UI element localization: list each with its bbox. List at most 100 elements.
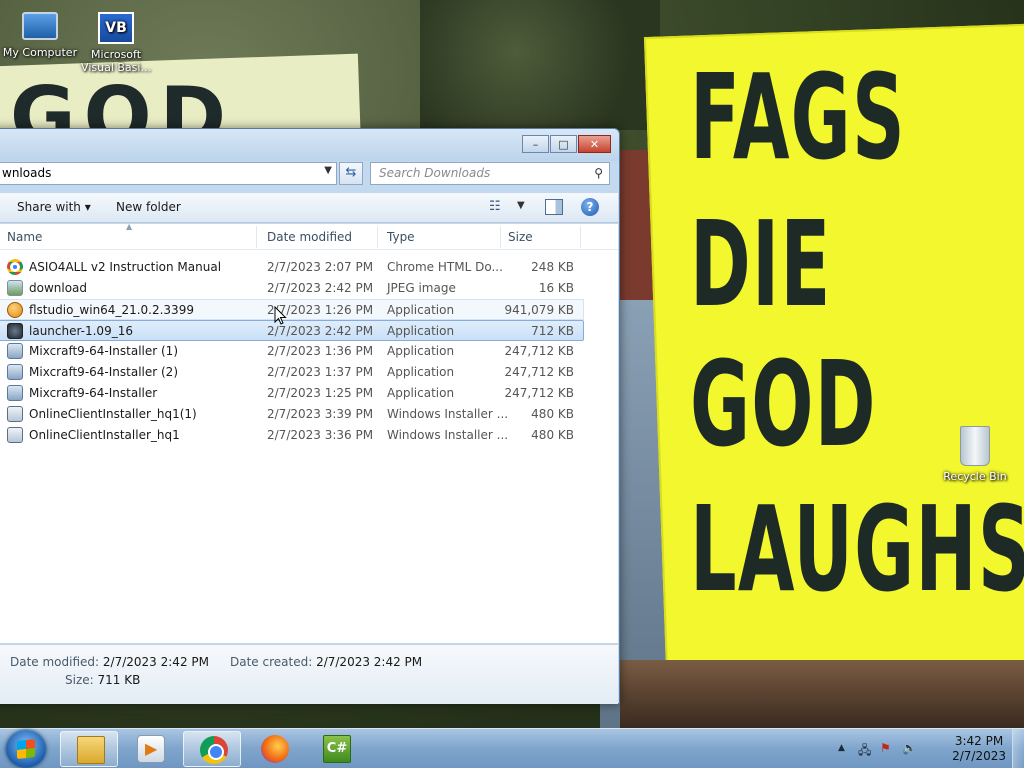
detail-label: Date modified: <box>10 655 100 669</box>
file-rows: ASIO4ALL v2 Instruction Manual 2/7/2023 … <box>0 257 618 446</box>
desktop-icon-my-computer[interactable]: My Computer <box>0 10 80 59</box>
column-divider[interactable] <box>256 226 257 248</box>
chevron-down-icon[interactable]: ▼ <box>324 165 332 176</box>
action-center-flag-icon[interactable]: ⚑ <box>880 741 891 755</box>
wallpaper-sign-line: FAGS <box>690 48 906 186</box>
table-row[interactable]: OnlineClientInstaller_hq1(1) 2/7/2023 3:… <box>0 404 618 425</box>
window-titlebar[interactable]: – □ ✕ <box>0 129 619 161</box>
wallpaper-sign-line: GOD <box>690 335 877 473</box>
desktop-icon-visual-basic[interactable]: VB Microsoft Visual Basi... <box>76 10 156 74</box>
show-hidden-icons-icon[interactable]: ▲ <box>838 743 845 753</box>
jpeg-icon <box>7 280 23 296</box>
firefox-icon <box>261 735 289 763</box>
file-name: Mixcraft9-64-Installer <box>29 386 158 400</box>
table-row[interactable]: OnlineClientInstaller_hq1 2/7/2023 3:36 … <box>0 425 618 446</box>
file-type: Application <box>387 303 455 317</box>
change-view-icon[interactable]: ☷ <box>489 199 501 214</box>
launcher-icon <box>7 323 23 339</box>
close-button[interactable]: ✕ <box>578 135 611 153</box>
file-type: Application <box>387 324 455 338</box>
clock-time: 3:42 PM <box>954 734 1004 748</box>
system-clock[interactable]: 3:42 PM 2/7/2023 <box>952 734 1006 764</box>
maximize-button[interactable]: □ <box>550 135 577 153</box>
taskbar-app-firefox[interactable] <box>245 731 303 767</box>
column-header-date-modified[interactable]: Date modified <box>267 230 352 244</box>
command-bar: Share with ▾ New folder ☷ ▼ ? <box>0 193 618 223</box>
chevron-down-icon[interactable]: ▼ <box>517 200 525 211</box>
minimize-button[interactable]: – <box>522 135 549 153</box>
sort-ascending-icon: ▲ <box>126 222 133 231</box>
file-name: flstudio_win64_21.0.2.3399 <box>29 303 194 317</box>
column-header-size[interactable]: Size <box>508 230 533 244</box>
details-pane: Date modified: 2/7/2023 2:42 PM Date cre… <box>0 644 618 704</box>
file-size: 247,712 KB <box>504 365 574 379</box>
table-row[interactable]: launcher-1.09_16 2/7/2023 2:42 PM Applic… <box>0 320 584 341</box>
explorer-window[interactable]: – □ ✕ wnloads ▼ ⇆ ⚲ Share with ▾ New fol… <box>0 128 620 704</box>
table-row[interactable]: Mixcraft9-64-Installer 2/7/2023 1:25 PM … <box>0 383 618 404</box>
detail-date-created: Date created: 2/7/2023 2:42 PM <box>230 655 422 669</box>
help-icon[interactable]: ? <box>581 198 599 216</box>
table-row[interactable]: ASIO4ALL v2 Instruction Manual 2/7/2023 … <box>0 257 618 278</box>
column-divider[interactable] <box>500 226 501 248</box>
file-date: 2/7/2023 3:36 PM <box>267 428 374 442</box>
file-type: Application <box>387 365 455 379</box>
show-desktop-button[interactable] <box>1012 729 1024 768</box>
file-size: 247,712 KB <box>504 344 574 358</box>
file-name: Mixcraft9-64-Installer (2) <box>29 365 178 379</box>
system-tray: ▲ 🖧 ⚑ 🔈 3:42 PM 2/7/2023 <box>834 729 1024 768</box>
taskbar-app-chrome[interactable] <box>183 731 241 767</box>
chrome-icon <box>200 736 228 764</box>
column-divider[interactable] <box>377 226 378 248</box>
folder-icon <box>77 736 105 764</box>
column-header-type[interactable]: Type <box>387 230 415 244</box>
search-box[interactable]: ⚲ <box>370 162 610 185</box>
file-type: Windows Installer ... <box>387 428 509 442</box>
preview-pane-icon[interactable] <box>545 199 563 215</box>
refresh-button[interactable]: ⇆ <box>339 162 363 185</box>
detail-size: Size: 711 KB <box>65 673 140 687</box>
mouse-cursor-icon <box>274 306 287 325</box>
desktop-icon-label: My Computer <box>2 46 78 59</box>
file-date: 2/7/2023 3:39 PM <box>267 407 374 421</box>
search-input[interactable] <box>371 163 581 183</box>
column-divider[interactable] <box>580 226 581 248</box>
table-row[interactable]: Mixcraft9-64-Installer (1) 2/7/2023 1:36… <box>0 341 618 362</box>
taskbar-app-explorer[interactable] <box>60 731 118 767</box>
search-icon[interactable]: ⚲ <box>594 166 603 180</box>
desktop-icon-label: Recycle Bin <box>943 470 1007 483</box>
share-with-button[interactable]: Share with ▾ <box>17 200 91 214</box>
file-size: 248 KB <box>531 260 574 274</box>
recycle-bin-icon <box>960 426 990 466</box>
table-row[interactable]: download 2/7/2023 2:42 PM JPEG image 16 … <box>0 278 618 299</box>
volume-icon[interactable]: 🔈 <box>902 741 917 755</box>
file-name: OnlineClientInstaller_hq1(1) <box>29 407 197 421</box>
network-icon[interactable]: 🖧 <box>858 741 871 762</box>
taskbar-app-visual-csharp[interactable]: C# <box>307 731 365 767</box>
media-player-icon <box>137 735 165 763</box>
csharp-icon: C# <box>323 735 351 763</box>
table-row[interactable]: flstudio_win64_21.0.2.3399 2/7/2023 1:26… <box>0 299 584 320</box>
refresh-icon: ⇆ <box>345 165 357 180</box>
table-row[interactable]: Mixcraft9-64-Installer (2) 2/7/2023 1:37… <box>0 362 618 383</box>
msi-icon <box>7 427 23 443</box>
taskbar: C# ▲ 🖧 ⚑ 🔈 3:42 PM 2/7/2023 <box>0 728 1024 768</box>
desktop-icon-recycle-bin[interactable]: Recycle Bin <box>935 424 1015 483</box>
taskbar-app-media-player[interactable] <box>121 731 179 767</box>
file-type: Application <box>387 386 455 400</box>
file-list[interactable]: ▲ Name Date modified Type Size ASIO4ALL … <box>0 222 618 643</box>
file-name: Mixcraft9-64-Installer (1) <box>29 344 178 358</box>
file-type: Application <box>387 344 455 358</box>
file-size: 712 KB <box>531 324 574 338</box>
file-date: 2/7/2023 2:42 PM <box>267 324 374 338</box>
wallpaper-crowd <box>620 660 1024 728</box>
start-button[interactable] <box>6 730 46 768</box>
column-header-name[interactable]: Name <box>7 230 42 244</box>
file-size: 480 KB <box>531 428 574 442</box>
installer-icon <box>7 385 23 401</box>
detail-value: 2/7/2023 2:42 PM <box>316 655 423 669</box>
desktop-icon-label: Microsoft Visual Basi... <box>81 48 151 74</box>
file-name: download <box>29 281 88 295</box>
address-bar[interactable]: wnloads ▼ <box>0 162 337 185</box>
new-folder-button[interactable]: New folder <box>116 200 181 214</box>
file-date: 2/7/2023 1:36 PM <box>267 344 374 358</box>
